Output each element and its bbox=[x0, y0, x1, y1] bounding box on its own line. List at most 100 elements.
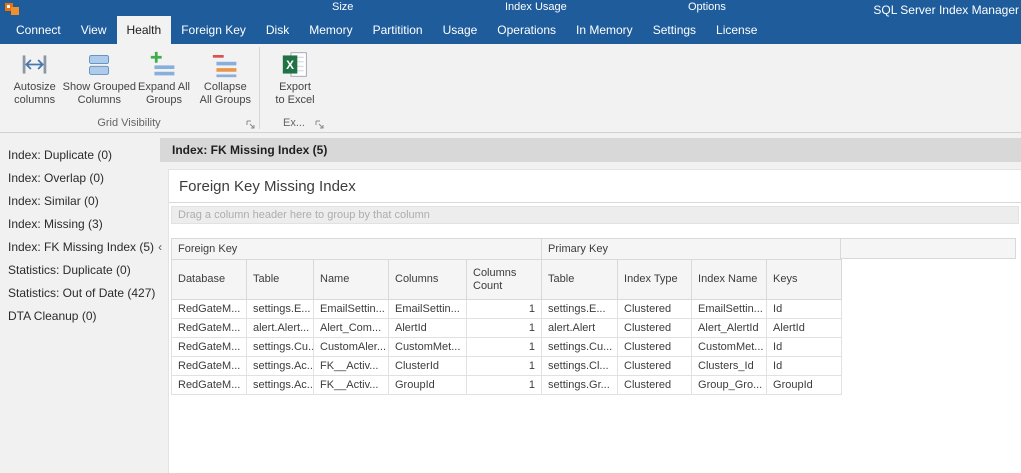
grid-cell[interactable]: settings.Cu... bbox=[246, 337, 314, 357]
expand-groups-icon bbox=[151, 51, 175, 76]
grid-cell[interactable]: CustomMet... bbox=[691, 337, 768, 357]
tab-partitition[interactable]: Partitition bbox=[363, 16, 433, 44]
tab-in-memory[interactable]: In Memory bbox=[566, 16, 643, 44]
grid-cell[interactable]: RedGateM... bbox=[171, 356, 247, 376]
grid-cell[interactable]: Clusters_Id bbox=[691, 356, 768, 376]
tab-memory[interactable]: Memory bbox=[299, 16, 362, 44]
export-to-excel-button[interactable]: X Export to Excel bbox=[265, 47, 325, 116]
grid-cell[interactable]: 1 bbox=[465, 318, 543, 338]
band-foreign-key[interactable]: Foreign Key bbox=[170, 238, 543, 260]
app-title: SQL Server Index Manager bbox=[873, 3, 1019, 17]
sidebar-item-dta-cleanup[interactable]: DTA Cleanup (0) bbox=[0, 305, 160, 328]
sidebar-item-index-duplicate[interactable]: Index: Duplicate (0) bbox=[0, 144, 160, 167]
grid-cell[interactable]: 1 bbox=[465, 375, 543, 395]
column-header-database[interactable]: Database bbox=[171, 259, 247, 300]
collapse-all-groups-button[interactable]: Collapse All Groups bbox=[195, 47, 256, 116]
sidebar: Index: Duplicate (0) Index: Overlap (0) … bbox=[0, 133, 162, 473]
grid-cell[interactable]: alert.Alert... bbox=[246, 318, 314, 338]
grid-cell[interactable]: GroupId bbox=[766, 375, 843, 395]
column-header-pk-table[interactable]: Table bbox=[541, 259, 619, 300]
column-header-name[interactable]: Name bbox=[313, 259, 389, 300]
tab-health[interactable]: Health bbox=[116, 16, 172, 44]
tab-operations[interactable]: Operations bbox=[487, 16, 566, 44]
grid-cell[interactable]: CustomMet... bbox=[388, 337, 467, 357]
autosize-columns-button[interactable]: Autosize columns bbox=[4, 47, 65, 116]
grid-cell[interactable]: Id bbox=[766, 299, 843, 319]
sidebar-item-statistics-duplicate[interactable]: Statistics: Duplicate (0) bbox=[0, 259, 160, 282]
grid-cell[interactable]: settings.E... bbox=[541, 299, 619, 319]
column-header-columns[interactable]: Columns bbox=[388, 259, 467, 300]
grid-row: RedGateM... settings.E... EmailSettin...… bbox=[171, 299, 843, 319]
grid-cell[interactable]: Clustered bbox=[617, 299, 693, 319]
sidebar-item-index-fk-missing[interactable]: Index: FK Missing Index (5) ‹ bbox=[0, 236, 162, 259]
grid-cell[interactable]: settings.E... bbox=[246, 299, 314, 319]
grid-cell[interactable]: Clustered bbox=[617, 318, 693, 338]
tab-settings[interactable]: Settings bbox=[643, 16, 706, 44]
tab-foreign-key[interactable]: Foreign Key bbox=[171, 16, 256, 44]
column-header-columns-count[interactable]: Columns Count bbox=[465, 259, 543, 300]
tab-disk[interactable]: Disk bbox=[256, 16, 299, 44]
main-content: Index: FK Missing Index (5) Foreign Key … bbox=[160, 133, 1021, 473]
grid-cell[interactable]: settings.Gr... bbox=[541, 375, 619, 395]
grid-cell[interactable]: FK__Activ... bbox=[313, 375, 389, 395]
show-grouped-columns-button[interactable]: Show Grouped Columns bbox=[63, 47, 136, 116]
dialog-launcher-icon[interactable] bbox=[246, 120, 255, 129]
grid-cell[interactable]: 1 bbox=[465, 337, 543, 357]
tab-usage[interactable]: Usage bbox=[433, 16, 488, 44]
grid-cell[interactable]: settings.Cu... bbox=[541, 337, 619, 357]
ribbon-group-grid-visibility: Autosize columns Show Grouped Columns Ex… bbox=[0, 44, 258, 132]
grid-cell[interactable]: alert.Alert bbox=[541, 318, 619, 338]
grid-row: RedGateM... settings.Ac... FK__Activ... … bbox=[171, 375, 843, 395]
grid-cell[interactable]: AlertId bbox=[766, 318, 843, 338]
grid-cell[interactable]: Clustered bbox=[617, 356, 693, 376]
grid-cell[interactable]: Clustered bbox=[617, 375, 693, 395]
expand-all-groups-button[interactable]: Expand All Groups bbox=[133, 47, 194, 116]
grid-cell[interactable]: Id bbox=[766, 356, 843, 376]
grid-cell[interactable]: settings.Cl... bbox=[541, 356, 619, 376]
tab-license[interactable]: License bbox=[706, 16, 767, 44]
grid-cell[interactable]: Clustered bbox=[617, 337, 693, 357]
grid-cell[interactable]: EmailSettin... bbox=[388, 299, 467, 319]
grid-cell[interactable]: Alert_AlertId bbox=[691, 318, 768, 338]
sidebar-item-index-similar[interactable]: Index: Similar (0) bbox=[0, 190, 160, 213]
group-by-drop-zone[interactable]: Drag a column header here to group by th… bbox=[171, 206, 1019, 224]
grid-cell[interactable]: CustomAler... bbox=[313, 337, 389, 357]
sidebar-item-index-overlap[interactable]: Index: Overlap (0) bbox=[0, 167, 160, 190]
grid-cell[interactable]: RedGateM... bbox=[171, 375, 247, 395]
grid-cell[interactable]: RedGateM... bbox=[171, 318, 247, 338]
grid-cell[interactable]: Alert_Com... bbox=[313, 318, 389, 338]
button-label: columns bbox=[14, 94, 56, 106]
tab-connect[interactable]: Connect bbox=[6, 16, 71, 44]
grid-cell[interactable]: FK__Activ... bbox=[313, 356, 389, 376]
grid-cell[interactable]: AlertId bbox=[388, 318, 467, 338]
ribbon-group-caption: Grid Visibility bbox=[97, 117, 161, 129]
grid-cell[interactable]: RedGateM... bbox=[171, 299, 247, 319]
column-header-table[interactable]: Table bbox=[246, 259, 314, 300]
grid-cell[interactable]: 1 bbox=[465, 356, 543, 376]
column-header-index-name[interactable]: Index Name bbox=[691, 259, 768, 300]
grid-cell[interactable]: EmailSettin... bbox=[313, 299, 389, 319]
grid-cell[interactable]: EmailSettin... bbox=[691, 299, 768, 319]
grid-cell[interactable]: settings.Ac... bbox=[246, 356, 314, 376]
ribbon-group-caption: Ex... bbox=[282, 117, 305, 129]
grid-cell[interactable]: ClusterId bbox=[388, 356, 467, 376]
grid-cell[interactable]: Group_Gro... bbox=[691, 375, 768, 395]
grid-cell[interactable]: RedGateM... bbox=[171, 337, 247, 357]
column-header-index-type[interactable]: Index Type bbox=[617, 259, 693, 300]
grid-cell[interactable]: GroupId bbox=[388, 375, 467, 395]
main-header: Index: FK Missing Index (5) bbox=[160, 138, 1021, 162]
grid-cell[interactable]: Id bbox=[766, 337, 843, 357]
band-primary-key[interactable]: Primary Key bbox=[541, 238, 843, 260]
app-window: Size Index Usage Options SQL Server Inde… bbox=[0, 0, 1021, 473]
dialog-launcher-icon[interactable] bbox=[315, 120, 324, 129]
autosize-columns-icon bbox=[22, 55, 47, 74]
grid-cell[interactable]: settings.Ac... bbox=[246, 375, 314, 395]
tab-view[interactable]: View bbox=[71, 16, 117, 44]
sidebar-item-statistics-out-of-date[interactable]: Statistics: Out of Date (427) bbox=[0, 282, 160, 305]
column-header-keys[interactable]: Keys bbox=[766, 259, 843, 300]
sidebar-item-index-missing[interactable]: Index: Missing (3) bbox=[0, 213, 160, 236]
grid-cell[interactable]: 1 bbox=[465, 299, 543, 319]
titlebar: Size Index Usage Options SQL Server Inde… bbox=[0, 0, 1021, 44]
sidebar-item-label: Index: FK Missing Index (5) bbox=[8, 240, 155, 254]
grid-row: RedGateM... settings.Cu... CustomAler...… bbox=[171, 337, 843, 357]
